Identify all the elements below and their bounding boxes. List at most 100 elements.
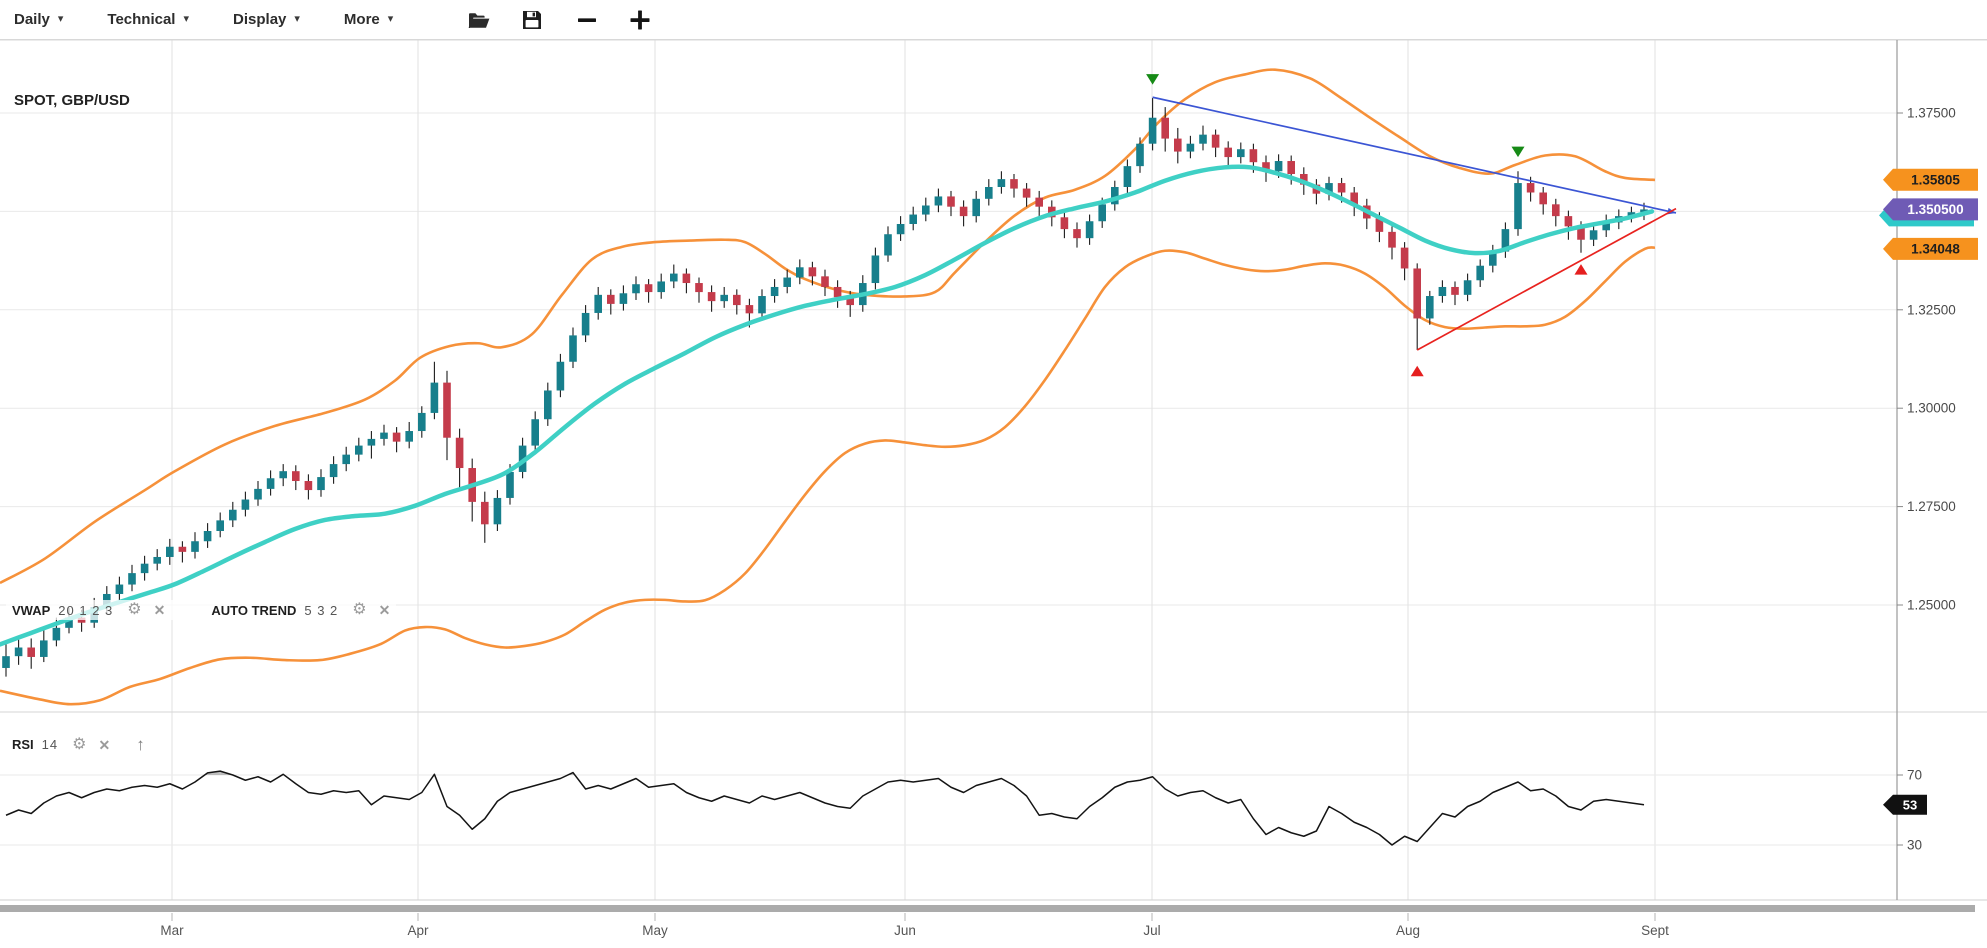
candle-up (267, 478, 275, 489)
candle-down (456, 438, 464, 468)
candle-up (1590, 230, 1598, 239)
trendline-support[interactable] (1417, 209, 1676, 350)
candle-down (1250, 149, 1258, 162)
candle-down (695, 283, 703, 292)
auto-trend-indicator-params: 5 3 2 (304, 603, 338, 618)
price-tick-label: 1.32500 (1907, 302, 1956, 317)
candle-down (1287, 161, 1295, 174)
candle-up (2, 656, 10, 668)
candle-up (544, 390, 552, 419)
more-dropdown-label: More (344, 11, 380, 28)
toolbar: Daily ▾ Technical ▾ Display ▾ More ▾ (0, 0, 1987, 40)
candle-up (1275, 161, 1283, 171)
candle-up (1086, 221, 1094, 238)
candle-up (494, 498, 502, 524)
vwap-line (0, 167, 1652, 645)
rsi-tick-label: 30 (1907, 838, 1922, 853)
candle-up (771, 287, 779, 296)
candle-up (1237, 149, 1245, 157)
candle-up (909, 215, 917, 224)
candle-down (443, 383, 451, 438)
candle-up (531, 419, 539, 445)
folder-open-icon[interactable] (467, 9, 491, 31)
indicator-row-vwap: VWAP 20 1 2 3 ⚙ ✕ AUTO TREND 5 3 2 ⚙ ✕ (6, 600, 396, 620)
candle-down (1539, 193, 1547, 205)
price-tick-label: 1.37500 (1907, 106, 1956, 121)
timeframe-dropdown[interactable]: Daily ▾ (14, 11, 63, 28)
candle-up (670, 274, 678, 282)
time-scrollbar[interactable] (0, 905, 1975, 912)
candle-up (796, 267, 804, 277)
rsi-remove-icon[interactable]: ✕ (98, 738, 110, 752)
candle-up (368, 439, 376, 446)
candle-down (834, 287, 842, 297)
candle-down (1388, 232, 1396, 248)
candle-down (1338, 183, 1346, 192)
price-tick-label: 1.25000 (1907, 598, 1956, 613)
candle-down (1174, 139, 1182, 152)
chevron-down-icon: ▾ (388, 14, 394, 25)
candle-up (506, 472, 514, 498)
chart-canvas[interactable]: 1.375001.325001.300001.275001.2500070301… (0, 0, 1987, 948)
vwap-settings-gear-icon[interactable]: ⚙ (127, 602, 141, 618)
candle-up (1514, 183, 1522, 229)
candle-up (431, 383, 439, 413)
candle-down (809, 267, 817, 276)
candle-down (1023, 189, 1031, 198)
candle-down (1035, 198, 1043, 207)
price-tick-label: 1.27500 (1907, 499, 1956, 514)
technical-dropdown-label: Technical (107, 11, 175, 28)
auto-trend-indicator-label: AUTO TREND (211, 603, 296, 618)
month-label: Jun (894, 923, 916, 938)
candle-up (935, 196, 943, 205)
symbol-title: SPOT, GBP/USD (14, 92, 130, 109)
rsi-indicator-params: 14 (42, 737, 58, 752)
candle-up (317, 477, 325, 490)
candle-down (27, 648, 35, 657)
save-icon[interactable] (521, 9, 543, 31)
candle-up (922, 205, 930, 214)
auto-trend-settings-gear-icon[interactable]: ⚙ (352, 602, 366, 618)
candle-up (998, 179, 1006, 187)
svg-text:53: 53 (1903, 798, 1917, 813)
move-pane-up-icon[interactable]: ↑ (136, 736, 145, 753)
candle-up (720, 295, 728, 301)
candle-up (191, 541, 199, 552)
candle-down (645, 284, 653, 292)
candle-up (279, 471, 287, 478)
candle-down (733, 295, 741, 305)
candle-up (1187, 144, 1195, 152)
candle-up (330, 464, 338, 477)
vwap-indicator-label: VWAP (12, 603, 50, 618)
technical-dropdown[interactable]: Technical ▾ (107, 11, 189, 28)
zoom-in-icon[interactable] (629, 9, 651, 31)
candle-up (254, 489, 262, 500)
rsi-settings-gear-icon[interactable]: ⚙ (72, 737, 86, 753)
candle-up (783, 278, 791, 287)
candle-down (821, 276, 829, 287)
pane-borders (0, 40, 1987, 900)
indicator-row-rsi: RSI 14 ⚙ ✕ ↑ (6, 734, 151, 755)
zoom-out-icon[interactable] (577, 10, 597, 30)
candle-up (1464, 280, 1472, 295)
candle-down (947, 196, 955, 206)
triangle-up-marker (1575, 264, 1588, 275)
candle-down (683, 274, 691, 283)
candle-down (1451, 287, 1459, 295)
candle-up (116, 585, 124, 594)
auto-trend-remove-icon[interactable]: ✕ (379, 603, 391, 617)
candle-up (884, 234, 892, 255)
candle-down (1061, 217, 1069, 229)
display-dropdown[interactable]: Display ▾ (233, 11, 300, 28)
candle-down (292, 471, 300, 481)
candle-up (141, 564, 149, 573)
candle-up (632, 284, 640, 293)
candle-up (557, 362, 565, 391)
candle-up (1199, 135, 1207, 144)
candle-up (1124, 166, 1132, 187)
vwap-remove-icon[interactable]: ✕ (154, 603, 166, 617)
more-dropdown[interactable]: More ▾ (344, 11, 393, 28)
month-gridlines (172, 40, 1655, 900)
candle-up (342, 455, 350, 464)
candle-down (1401, 248, 1409, 269)
